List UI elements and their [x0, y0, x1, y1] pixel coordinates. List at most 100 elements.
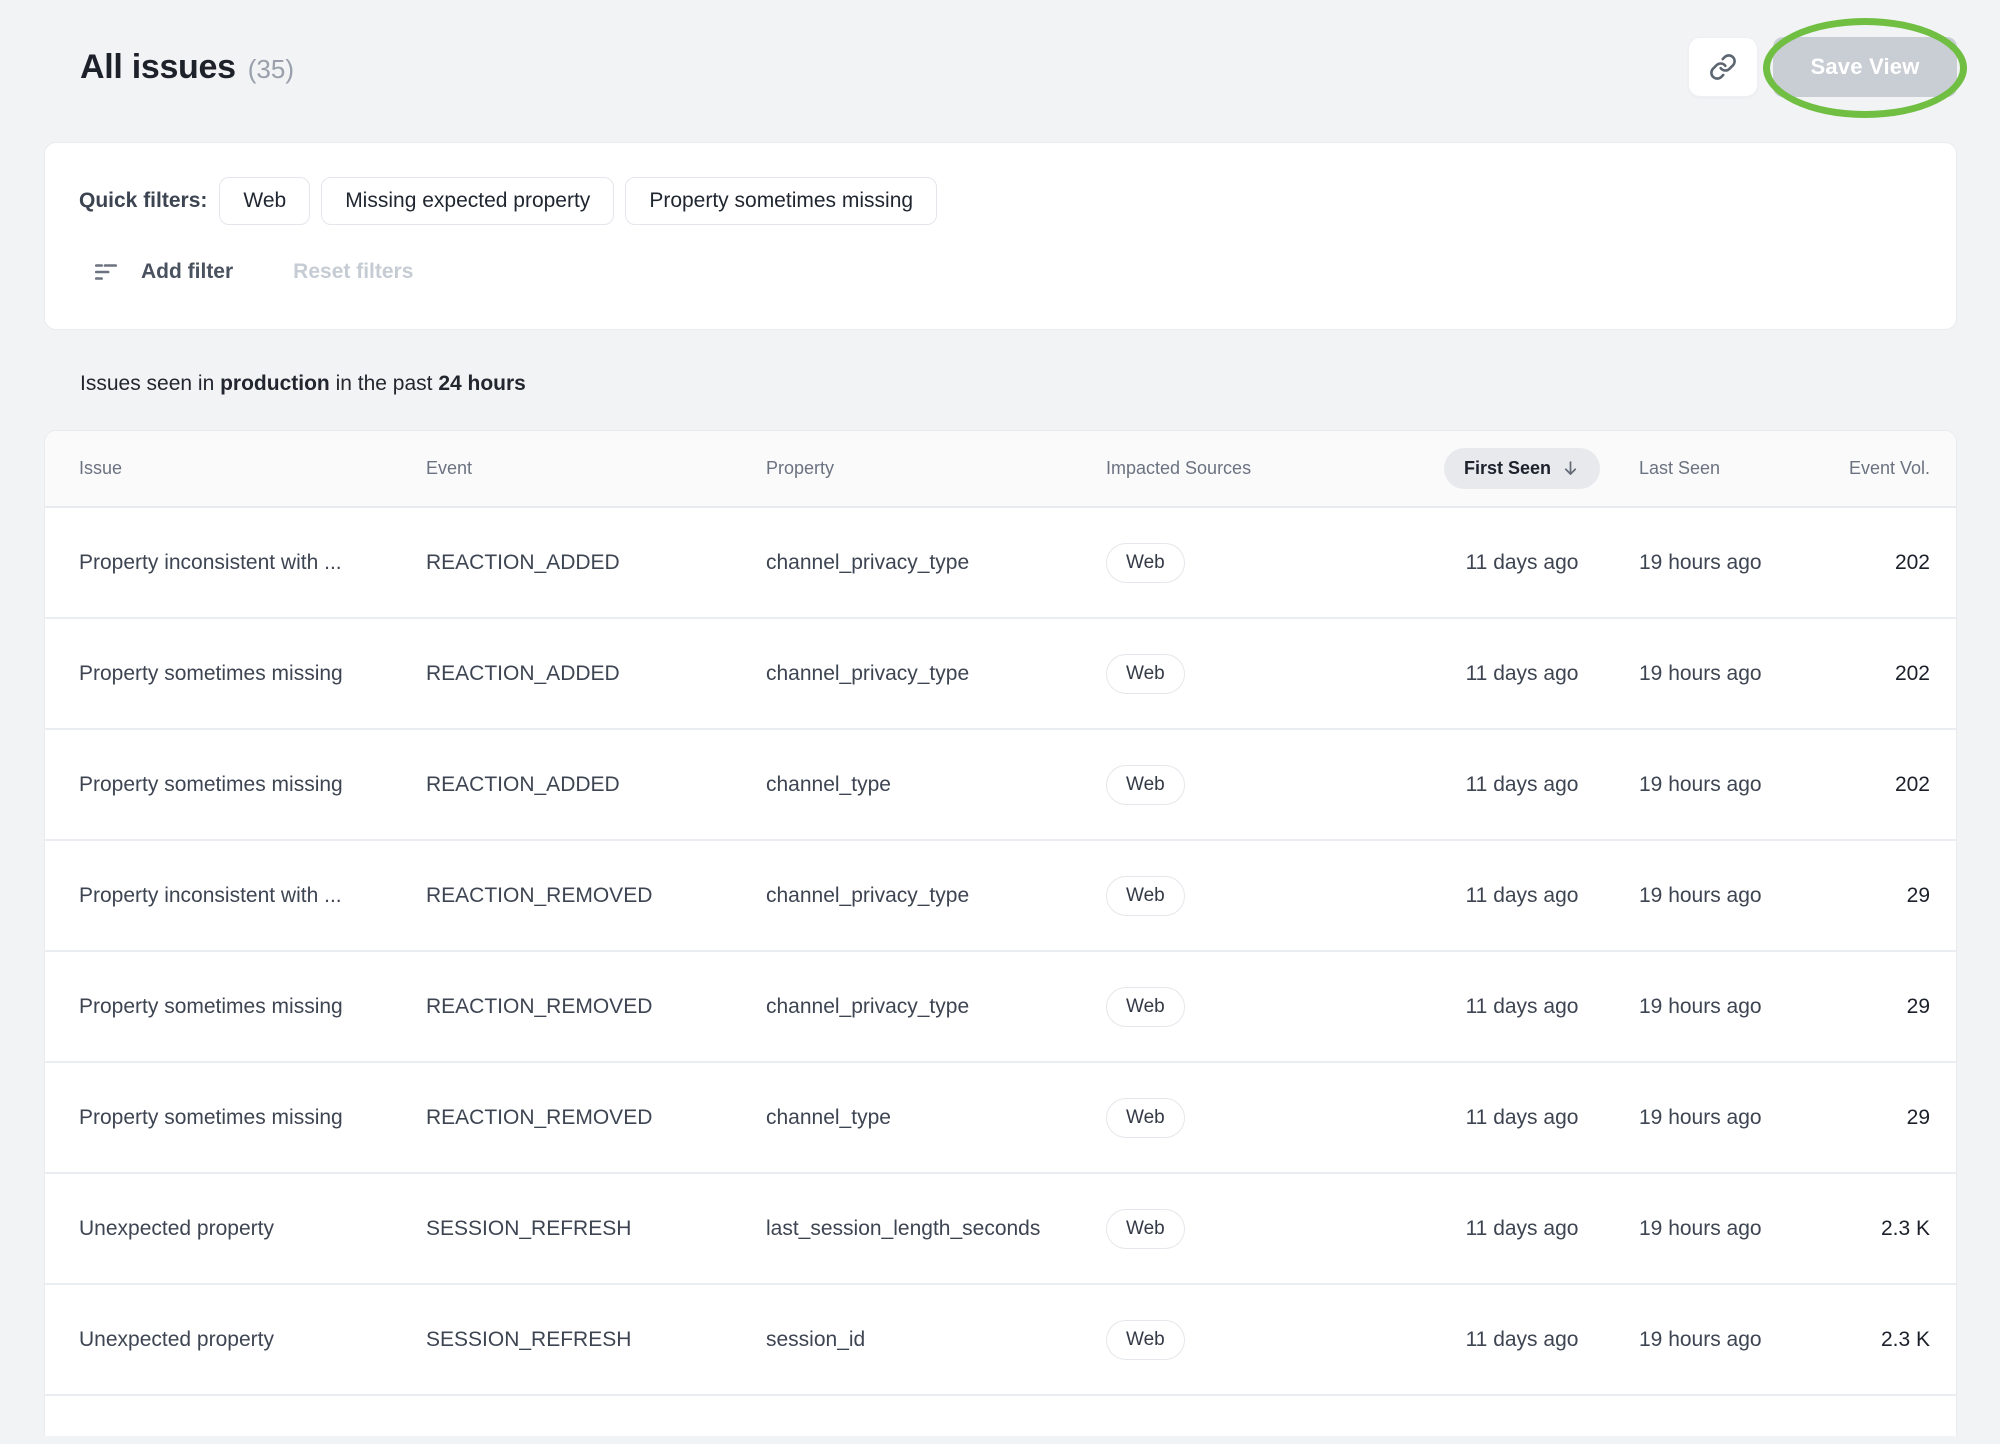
column-header-event-vol[interactable]: Event Vol. — [1820, 458, 1956, 479]
source-badge: Web — [1106, 876, 1185, 916]
first-seen-cell: 11 days ago — [1434, 1217, 1610, 1241]
last-seen-cell: 19 hours ago — [1610, 1217, 1820, 1241]
source-badge: Web — [1106, 1209, 1185, 1249]
save-view-button[interactable]: Save View — [1773, 37, 1957, 97]
column-header-issue[interactable]: Issue — [45, 458, 426, 479]
issue-cell: Property inconsistent with ... — [45, 551, 426, 575]
property-cell: channel_type — [766, 1106, 1106, 1130]
event-vol-cell: 29 — [1820, 884, 1956, 908]
save-view-wrap: Save View — [1773, 37, 1957, 97]
event-cell: REACTION_ADDED — [426, 662, 766, 686]
event-vol-cell: 202 — [1820, 551, 1956, 575]
filter-actions-row: Add filter Reset filters — [93, 259, 1922, 285]
filters-card: Quick filters: WebMissing expected prope… — [44, 142, 1957, 330]
filter-lines-icon — [93, 259, 119, 285]
last-seen-cell: 19 hours ago — [1610, 551, 1820, 575]
table-row[interactable]: Property sometimes missingREACTION_ADDED… — [45, 730, 1956, 841]
first-seen-cell: 11 days ago — [1434, 551, 1610, 575]
event-vol-cell: 2.3 K — [1820, 1217, 1956, 1241]
last-seen-cell: 19 hours ago — [1610, 773, 1820, 797]
last-seen-cell: 19 hours ago — [1610, 884, 1820, 908]
column-header-impacted-sources[interactable]: Impacted Sources — [1106, 458, 1434, 479]
status-line: Issues seen in production in the past 24… — [80, 372, 2000, 396]
header-actions: Save View — [1688, 37, 1957, 97]
issue-cell: Property inconsistent with ... — [45, 884, 426, 908]
event-cell: SESSION_REFRESH — [426, 1217, 766, 1241]
property-cell: channel_privacy_type — [766, 884, 1106, 908]
impacted-sources-cell: Web — [1106, 1320, 1434, 1360]
source-badge: Web — [1106, 543, 1185, 583]
add-filter-label: Add filter — [141, 260, 233, 284]
event-vol-cell: 29 — [1820, 1106, 1956, 1130]
status-environment: production — [220, 372, 330, 395]
issue-count: (35) — [248, 54, 294, 85]
event-vol-cell: 2.3 K — [1820, 1328, 1956, 1352]
column-header-last-seen[interactable]: Last Seen — [1610, 458, 1820, 479]
table-row[interactable]: Unexpected propertySESSION_REFRESHlast_s… — [45, 1174, 1956, 1285]
event-cell: REACTION_REMOVED — [426, 1106, 766, 1130]
column-header-event[interactable]: Event — [426, 458, 766, 479]
first-seen-cell: 11 days ago — [1434, 1328, 1610, 1352]
title-wrap: All issues (35) — [80, 48, 294, 87]
quick-filters-label: Quick filters: — [79, 189, 207, 213]
event-vol-cell: 202 — [1820, 662, 1956, 686]
copy-link-button[interactable] — [1688, 37, 1758, 97]
issues-table: Issue Event Property Impacted Sources Fi… — [44, 430, 1957, 1436]
impacted-sources-cell: Web — [1106, 1209, 1434, 1249]
partial-row — [45, 1396, 1956, 1436]
quick-filter-chip[interactable]: Property sometimes missing — [625, 177, 937, 225]
first-seen-cell: 11 days ago — [1434, 773, 1610, 797]
source-badge: Web — [1106, 765, 1185, 805]
quick-filters-row: Quick filters: WebMissing expected prope… — [79, 177, 1922, 225]
issue-cell: Property sometimes missing — [45, 773, 426, 797]
column-header-property[interactable]: Property — [766, 458, 1106, 479]
event-vol-cell: 29 — [1820, 995, 1956, 1019]
last-seen-cell: 19 hours ago — [1610, 995, 1820, 1019]
add-filter-button[interactable]: Add filter — [93, 259, 233, 285]
event-vol-cell: 202 — [1820, 773, 1956, 797]
property-cell: channel_privacy_type — [766, 551, 1106, 575]
property-cell: channel_privacy_type — [766, 995, 1106, 1019]
sort-pill-label: First Seen — [1464, 458, 1551, 479]
impacted-sources-cell: Web — [1106, 765, 1434, 805]
issue-cell: Property sometimes missing — [45, 662, 426, 686]
impacted-sources-cell: Web — [1106, 654, 1434, 694]
event-cell: REACTION_REMOVED — [426, 995, 766, 1019]
table-row[interactable]: Property inconsistent with ...REACTION_R… — [45, 841, 1956, 952]
property-cell: last_session_length_seconds — [766, 1217, 1106, 1241]
source-badge: Web — [1106, 1320, 1185, 1360]
event-cell: REACTION_REMOVED — [426, 884, 766, 908]
issues-page: All issues (35) Save View Quick filters:… — [0, 36, 2000, 1436]
issue-cell: Property sometimes missing — [45, 1106, 426, 1130]
arrow-down-icon — [1561, 459, 1580, 478]
reset-filters-button[interactable]: Reset filters — [293, 260, 413, 284]
table-row[interactable]: Unexpected propertySESSION_REFRESHsessio… — [45, 1285, 1956, 1396]
sort-pill[interactable]: First Seen — [1444, 448, 1600, 489]
property-cell: channel_type — [766, 773, 1106, 797]
source-badge: Web — [1106, 987, 1185, 1027]
impacted-sources-cell: Web — [1106, 1098, 1434, 1138]
source-badge: Web — [1106, 1098, 1185, 1138]
table-row[interactable]: Property sometimes missingREACTION_ADDED… — [45, 619, 1956, 730]
property-cell: channel_privacy_type — [766, 662, 1106, 686]
status-prefix: Issues seen in — [80, 372, 220, 395]
quick-filter-chip[interactable]: Web — [219, 177, 310, 225]
quick-filter-chips: WebMissing expected propertyProperty som… — [219, 177, 937, 225]
property-cell: session_id — [766, 1328, 1106, 1352]
event-cell: REACTION_ADDED — [426, 773, 766, 797]
table-row[interactable]: Property sometimes missingREACTION_REMOV… — [45, 952, 1956, 1063]
impacted-sources-cell: Web — [1106, 543, 1434, 583]
issue-cell: Unexpected property — [45, 1328, 426, 1352]
first-seen-cell: 11 days ago — [1434, 662, 1610, 686]
last-seen-cell: 19 hours ago — [1610, 1328, 1820, 1352]
last-seen-cell: 19 hours ago — [1610, 662, 1820, 686]
table-row[interactable]: Property inconsistent with ...REACTION_A… — [45, 508, 1956, 619]
quick-filter-chip[interactable]: Missing expected property — [321, 177, 614, 225]
impacted-sources-cell: Web — [1106, 987, 1434, 1027]
issue-cell: Unexpected property — [45, 1217, 426, 1241]
table-row[interactable]: Property sometimes missingREACTION_REMOV… — [45, 1063, 1956, 1174]
status-middle: in the past — [330, 372, 439, 395]
top-bar: All issues (35) Save View — [80, 36, 1957, 98]
impacted-sources-cell: Web — [1106, 876, 1434, 916]
column-header-first-seen: First Seen — [1434, 448, 1610, 489]
